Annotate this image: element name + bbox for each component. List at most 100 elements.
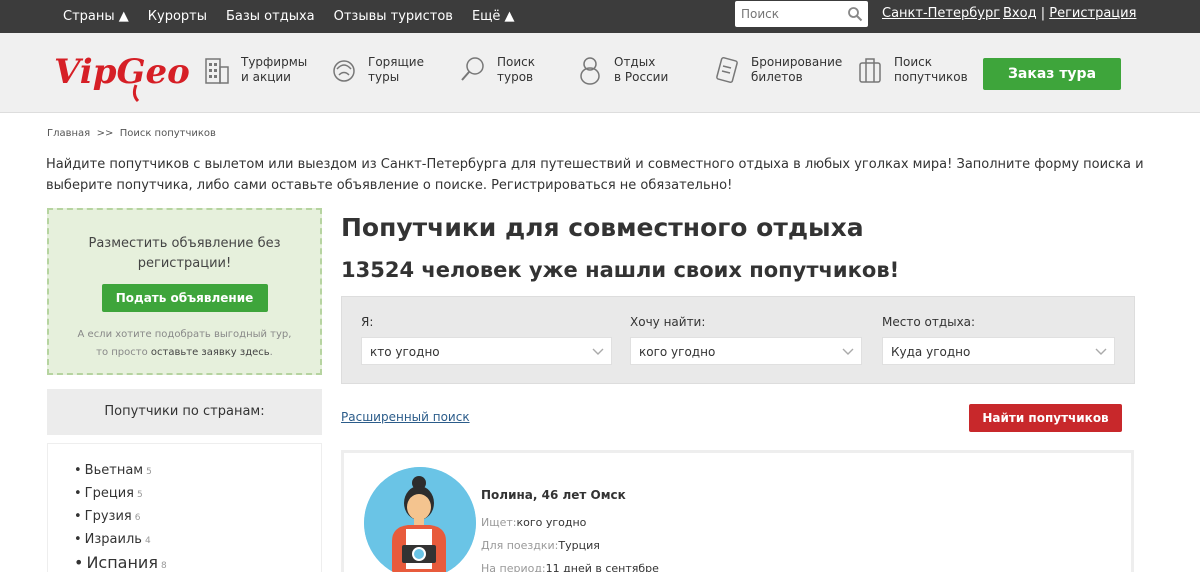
post-ad-box: Разместить объявление без регистрации! П… <box>47 208 322 375</box>
nav-label-2: билетов <box>751 70 803 84</box>
filter-place-value: Куда угодно <box>891 345 971 359</box>
country-name[interactable]: Израиль <box>85 532 142 547</box>
country-item[interactable]: Греция5 <box>74 483 321 506</box>
filter-me-label: Я: <box>361 315 374 329</box>
nav-tour-search[interactable]: Поиск туров <box>459 55 577 85</box>
country-item[interactable]: Испания8 <box>74 552 321 572</box>
login-link[interactable]: Вход <box>1003 6 1037 21</box>
companion-seeks: Ищет:кого угодно <box>481 516 586 529</box>
top-nav-countries[interactable]: Страны ▲ <box>63 9 129 24</box>
companion-name[interactable]: Полина, 46 лет Омск <box>481 488 626 502</box>
companion-destination: Для поездки:Турция <box>481 539 600 552</box>
breadcrumb-home[interactable]: Главная <box>47 128 90 139</box>
advanced-search-link[interactable]: Расширенный поиск <box>341 410 470 424</box>
nav-label-2: и акции <box>241 70 291 84</box>
country-name[interactable]: Испания <box>86 553 158 572</box>
top-nav-resorts[interactable]: Курорты <box>148 9 207 24</box>
auth-separator: | <box>1040 6 1046 21</box>
countries-list: Вьетнам5 Греция5 Грузия6 Израиль4 Испани… <box>47 443 322 572</box>
nav-label-1: Бронирование <box>751 55 843 69</box>
intro-text: Найдите попутчиков с вылетом или выездом… <box>46 157 1144 193</box>
country-item[interactable]: Вьетнам5 <box>74 460 321 483</box>
magnifier-icon <box>461 57 484 81</box>
svg-text:VipGeo: VipGeo <box>54 52 190 92</box>
filter-want-label: Хочу найти: <box>630 315 706 329</box>
search-icon[interactable] <box>847 6 863 22</box>
companion-period: На период:11 дней в сентябре <box>481 562 659 572</box>
country-count: 6 <box>134 513 141 523</box>
companion-destination-label: Для поездки: <box>481 539 559 552</box>
auth-links: Вход | Регистрация <box>1003 6 1136 21</box>
country-name[interactable]: Вьетнам <box>85 463 143 478</box>
countries-title: Попутчики по странам: <box>47 389 322 435</box>
filter-me: Я: кто угодно <box>361 315 612 365</box>
register-link[interactable]: Регистрация <box>1049 6 1136 21</box>
filter-want-value: кого угодно <box>639 345 716 359</box>
companion-seeks-value: кого угодно <box>516 516 587 529</box>
country-name[interactable]: Греция <box>85 486 134 501</box>
top-nav-more[interactable]: Ещё ▲ <box>472 9 515 24</box>
top-nav-reviews[interactable]: Отзывы туристов <box>334 9 453 24</box>
nav-label-1: Поиск <box>894 55 933 69</box>
vipgeo-logo[interactable]: VipGeo <box>52 45 192 103</box>
top-bar: Страны ▲ Курорты Базы отдыха Отзывы тури… <box>0 0 1200 33</box>
nav-label-1: Турфирмы <box>241 55 308 69</box>
nav-companions[interactable]: Поиск попутчиков <box>856 55 974 85</box>
breadcrumb-separator: >> <box>96 128 114 139</box>
country-count: 4 <box>144 536 151 546</box>
nav-tour-firms[interactable]: Турфирмы и акции <box>203 55 321 85</box>
filter-me-value: кто угодно <box>370 345 440 359</box>
filter-place: Место отдыха: Куда угодно <box>882 315 1115 365</box>
page-title: Попутчики для совместного отдыха <box>341 213 864 242</box>
nav-label-1: Отдых <box>614 55 656 69</box>
order-tour-button[interactable]: Заказ тура <box>983 58 1121 90</box>
breadcrumb-current: Поиск попутчиков <box>119 128 216 139</box>
find-companions-button[interactable]: Найти попутчиков <box>969 404 1122 432</box>
nav-tickets[interactable]: Бронирование билетов <box>713 55 847 85</box>
post-ad-text: Разместить объявление без регистрации! <box>88 236 281 271</box>
leave-request-link[interactable]: оставьте заявку здесь <box>151 347 270 358</box>
filter-place-label: Место отдыха: <box>882 315 976 329</box>
nav-hot-tours[interactable]: Горящие туры <box>330 55 448 85</box>
country-count: 5 <box>146 467 152 477</box>
filter-me-select[interactable]: кто угодно <box>361 337 612 365</box>
companion-destination-value: Турция <box>558 539 600 552</box>
search-input[interactable] <box>735 1 840 27</box>
nav-label-2: туров <box>497 70 534 84</box>
matryoshka-icon <box>580 57 600 85</box>
filter-want-select[interactable]: кого угодно <box>630 337 862 365</box>
nav-label-2: попутчиков <box>894 70 968 84</box>
companion-period-value: 11 дней в сентябре <box>545 562 659 572</box>
city-selector[interactable]: Санкт-Петербург <box>882 6 1000 21</box>
country-item[interactable]: Грузия6 <box>74 506 321 529</box>
country-item[interactable]: Израиль4 <box>74 529 321 552</box>
companion-period-label: На период: <box>481 562 546 572</box>
country-count: 8 <box>160 561 167 571</box>
country-name[interactable]: Грузия <box>85 509 132 524</box>
nav-label-2: в России <box>614 70 669 84</box>
post-ad-subtext-prefix: то просто <box>96 347 151 358</box>
page-subtitle: 13524 человек уже нашли своих попутчиков… <box>341 258 900 282</box>
filter-want: Хочу найти: кого угодно <box>630 315 862 365</box>
top-nav-bases[interactable]: Базы отдыха <box>226 9 315 24</box>
luggage-icon <box>859 58 881 83</box>
post-ad-button[interactable]: Подать объявление <box>101 284 268 312</box>
nav-label-1: Горящие <box>368 55 424 69</box>
chevron-down-icon <box>592 348 604 355</box>
country-count: 5 <box>136 490 143 500</box>
fire-tour-icon <box>333 60 355 82</box>
chevron-down-icon <box>842 348 854 355</box>
companion-seeks-label: Ищет: <box>481 516 517 529</box>
header: VipGeo Турфирмы и акции Горящие туры Поиск… <box>0 33 1200 113</box>
post-ad-subtext-suffix: . <box>269 347 273 358</box>
woman-avatar-icon <box>364 467 476 572</box>
avatar[interactable] <box>364 467 476 572</box>
search-filter-panel: Я: кто угодно Хочу найти: кого угодно Ме… <box>341 296 1135 384</box>
top-nav: Страны ▲ Курорты Базы отдыха Отзывы тури… <box>63 0 534 33</box>
nav-label-2: туры <box>368 70 400 84</box>
companion-card[interactable]: Полина, 46 лет Омск Ищет:кого угодно Для… <box>341 450 1134 572</box>
post-ad-subtext-line1: А если хотите подобрать выгодный тур, <box>77 329 292 340</box>
filter-place-select[interactable]: Куда угодно <box>882 337 1115 365</box>
tickets-icon <box>716 57 738 83</box>
nav-russia[interactable]: Отдых в России <box>576 55 694 85</box>
